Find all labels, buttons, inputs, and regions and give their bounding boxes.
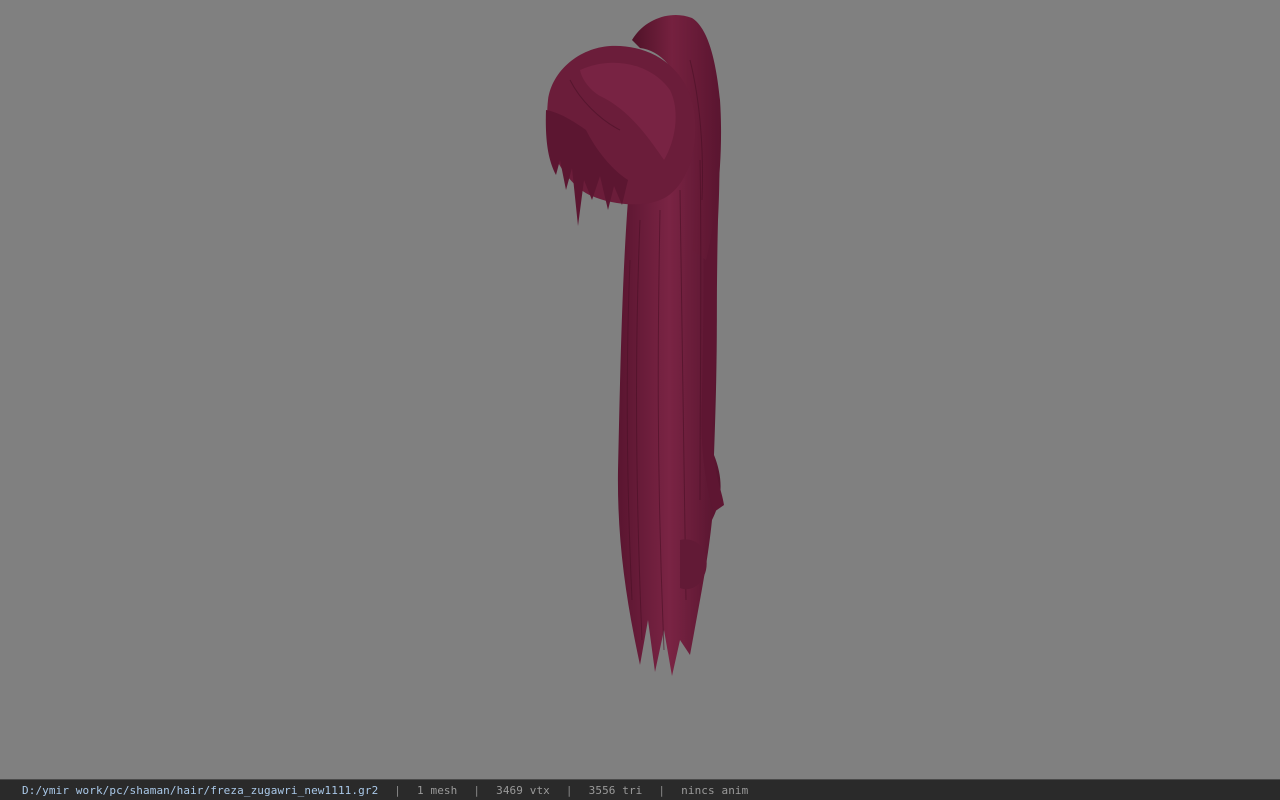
separator: | [473, 783, 481, 797]
separator: | [565, 783, 573, 797]
separator: | [658, 783, 666, 797]
mesh-count: 1 mesh [417, 783, 458, 797]
animation-status: nincs anim [681, 783, 749, 797]
3d-viewport[interactable] [0, 0, 1280, 779]
separator: | [394, 783, 402, 797]
file-path: D:/ymir work/pc/shaman/hair/freza_zugawr… [22, 783, 379, 797]
triangle-count: 3556 tri [588, 783, 643, 797]
status-bar: D:/ymir work/pc/shaman/hair/freza_zugawr… [0, 779, 1280, 800]
vertex-count: 3469 vtx [496, 783, 550, 797]
hair-model-render [545, 14, 724, 676]
